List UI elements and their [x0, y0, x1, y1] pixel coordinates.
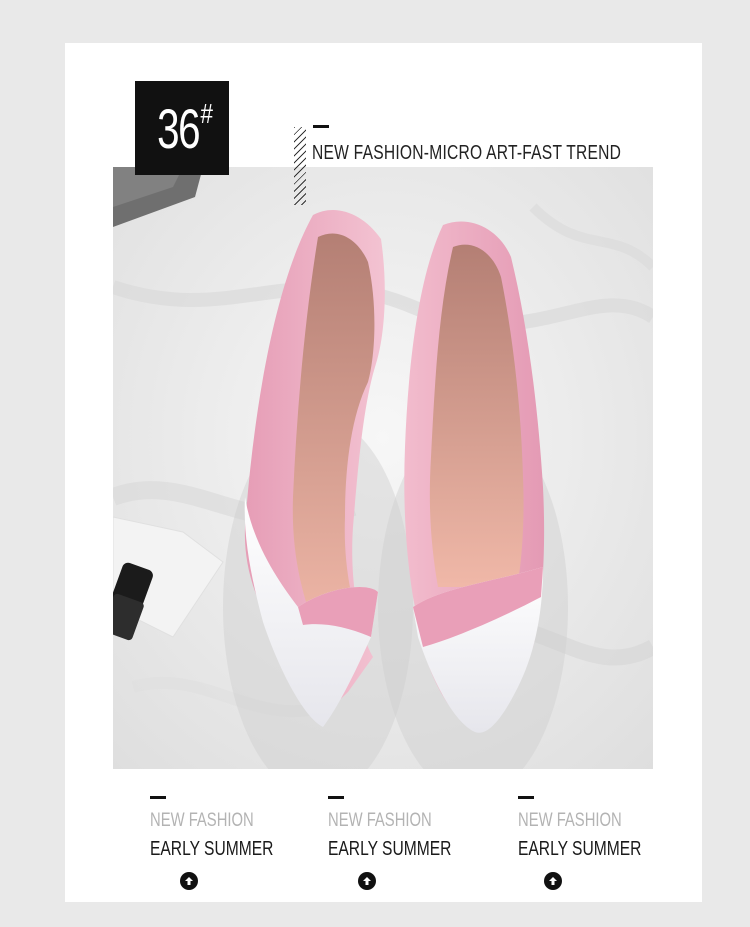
- arrow-up-circle-icon[interactable]: [544, 872, 562, 890]
- product-photo: [113, 167, 653, 769]
- feature-column-1: NEW FASHION EARLY SUMMER: [150, 796, 300, 890]
- size-symbol: #: [200, 98, 214, 129]
- column-line1: NEW FASHION: [328, 810, 432, 831]
- feature-column-3: NEW FASHION EARLY SUMMER: [518, 796, 668, 890]
- column-dash: [150, 796, 166, 799]
- headline: NEW FASHION-MICRO ART-FAST TREND: [312, 142, 622, 164]
- feature-column-2: NEW FASHION EARLY SUMMER: [328, 796, 478, 890]
- column-line1: NEW FASHION: [518, 810, 622, 831]
- hatch-decoration: [294, 127, 306, 205]
- size-badge: 36 #: [135, 81, 229, 175]
- headline-dash: [313, 125, 329, 128]
- size-number: 36: [157, 96, 200, 160]
- column-dash: [518, 796, 534, 799]
- column-line2: EARLY SUMMER: [518, 838, 642, 860]
- column-line2: EARLY SUMMER: [328, 838, 452, 860]
- arrow-up-circle-icon[interactable]: [180, 872, 198, 890]
- arrow-up-circle-icon[interactable]: [358, 872, 376, 890]
- column-line2: EARLY SUMMER: [150, 838, 274, 860]
- column-line1: NEW FASHION: [150, 810, 254, 831]
- column-dash: [328, 796, 344, 799]
